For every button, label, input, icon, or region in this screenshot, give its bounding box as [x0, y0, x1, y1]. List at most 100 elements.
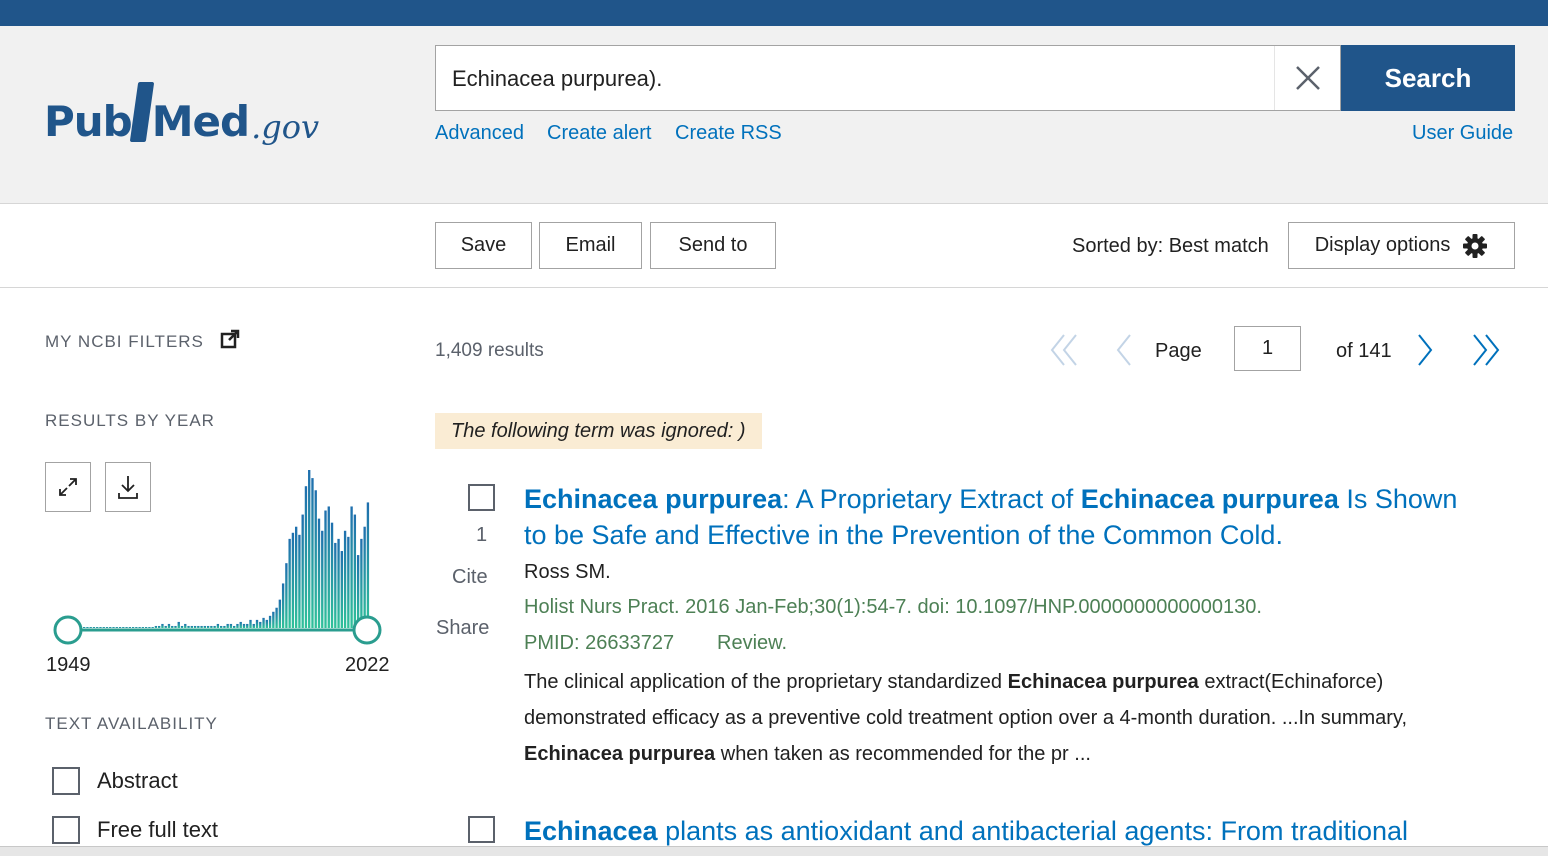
filter-free-full-text[interactable]: Free full text [52, 816, 218, 844]
search-box [435, 45, 1341, 111]
year-bar [321, 530, 324, 628]
year-bar [216, 623, 220, 628]
year-bar [96, 627, 99, 628]
year-start-label: 1949 [46, 654, 91, 676]
year-bar [105, 627, 109, 628]
logo-med: Med [151, 97, 250, 146]
year-bar [298, 534, 301, 628]
free-full-text-checkbox[interactable] [52, 816, 80, 844]
year-bar [190, 625, 193, 628]
total-pages-label: of 141 [1336, 340, 1392, 362]
result-2-title[interactable]: Echinacea plants as antioxidant and anti… [524, 813, 1474, 849]
year-bar [138, 627, 141, 628]
year-bar [343, 530, 347, 628]
year-bar [327, 506, 330, 628]
sort-label[interactable]: Sorted by: Best match [1072, 235, 1269, 258]
text-fragment: when taken as recommended for the pr ... [715, 743, 1091, 765]
text-fragment: The clinical application of the propriet… [524, 671, 1008, 693]
year-bar [193, 625, 197, 628]
year-bar [233, 625, 236, 628]
year-bar [219, 625, 223, 628]
results-toolbar: Save Email Send to Sorted by: Best match… [0, 205, 1548, 288]
page-number-input[interactable] [1234, 326, 1301, 371]
year-bar [265, 619, 268, 628]
email-button[interactable]: Email [539, 222, 642, 269]
create-rss-link[interactable]: Create RSS [675, 122, 782, 145]
send-to-button[interactable]: Send to [650, 222, 776, 269]
year-bar [118, 627, 122, 628]
year-bar [109, 627, 112, 628]
year-bar [278, 599, 282, 628]
abstract-checkbox[interactable] [52, 767, 80, 795]
year-bar [281, 583, 285, 628]
year-bar [86, 627, 89, 628]
top-bar [0, 0, 1548, 26]
clear-search-button[interactable] [1274, 46, 1340, 110]
year-bar [236, 623, 239, 628]
share-button[interactable]: Share [436, 617, 489, 640]
year-bar [304, 486, 308, 628]
result-2-checkbox[interactable] [468, 816, 495, 843]
year-bar [92, 627, 96, 628]
year-bar [275, 607, 278, 628]
year-bar [255, 619, 259, 628]
next-page-icon[interactable] [1413, 330, 1437, 370]
ignored-term-notice: The following term was ignored: ) [435, 413, 762, 449]
page-label: Page [1155, 340, 1202, 362]
create-alert-link[interactable]: Create alert [547, 122, 652, 145]
result-1-title[interactable]: Echinacea purpurea: A Proprietary Extrac… [524, 481, 1474, 553]
year-bar [141, 627, 145, 628]
year-bar [167, 623, 171, 628]
pubmed-logo[interactable]: Pub Med .gov [44, 66, 319, 146]
year-bar [246, 623, 249, 628]
results-by-year-chart[interactable] [45, 460, 395, 650]
year-bar [148, 627, 151, 628]
filter-abstract[interactable]: Abstract [52, 767, 178, 795]
save-button[interactable]: Save [435, 222, 532, 269]
year-bar [213, 625, 216, 628]
first-page-icon[interactable] [1048, 330, 1080, 370]
year-bar [206, 625, 210, 628]
year-bar [131, 627, 135, 628]
advanced-link[interactable]: Advanced [435, 122, 524, 145]
user-guide-link[interactable]: User Guide [1412, 122, 1513, 145]
my-ncbi-filters-heading[interactable]: MY NCBI FILTERS [45, 329, 240, 352]
year-bar [314, 490, 317, 628]
result-number: 1 [476, 524, 488, 546]
year-bar [115, 627, 118, 628]
year-bar [128, 627, 132, 628]
year-bar [360, 538, 363, 628]
my-ncbi-filters-label: MY NCBI FILTERS [45, 332, 204, 351]
gear-icon [1463, 233, 1488, 258]
year-bar [340, 551, 343, 628]
year-bar [203, 625, 207, 628]
year-bar [285, 563, 288, 628]
filter-label: Free full text [97, 817, 219, 842]
year-bar [301, 514, 304, 628]
result-1-authors: Ross SM. [524, 561, 611, 583]
highlighted-term: Echinacea purpurea [524, 484, 783, 514]
previous-page-icon[interactable] [1112, 330, 1136, 370]
year-bar [174, 625, 177, 628]
year-bar [164, 625, 167, 628]
year-bar [294, 526, 298, 628]
result-1-checkbox[interactable] [468, 484, 495, 511]
horizontal-scrollbar[interactable] [0, 846, 1548, 856]
year-bar [350, 506, 353, 628]
year-bar [171, 625, 174, 628]
year-bar [200, 625, 203, 628]
result-1-publication-type: Review. [717, 632, 788, 654]
highlighted-term: Echinacea purpurea [1007, 671, 1199, 693]
search-button[interactable]: Search [1341, 45, 1515, 111]
search-input[interactable] [452, 62, 1272, 96]
year-bar [249, 619, 252, 628]
year-start-handle[interactable] [53, 615, 83, 645]
display-options-button[interactable]: Display options [1288, 222, 1515, 269]
filter-label: Abstract [97, 768, 178, 793]
year-end-handle[interactable] [352, 615, 382, 645]
last-page-icon[interactable] [1470, 330, 1502, 370]
year-bar [197, 625, 200, 628]
year-bar [259, 621, 262, 628]
year-bar [158, 625, 161, 628]
cite-button[interactable]: Cite [452, 566, 488, 589]
